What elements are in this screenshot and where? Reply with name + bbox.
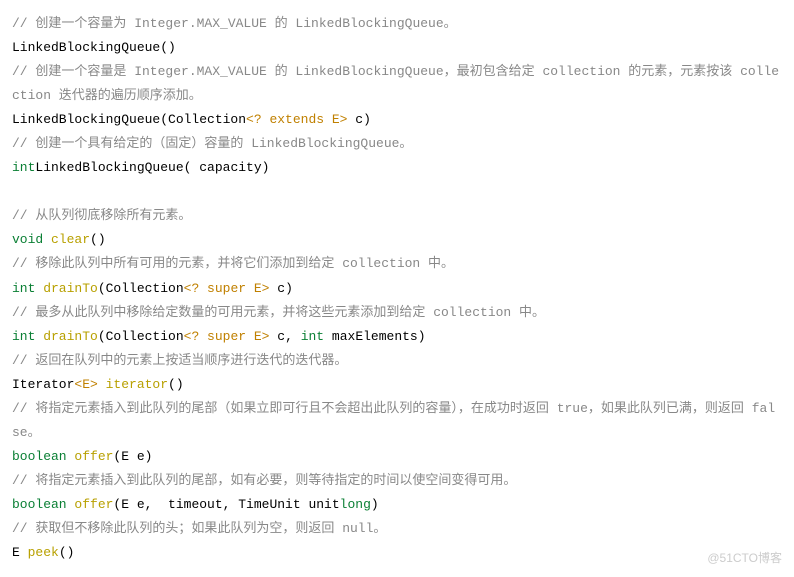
watermark: @51CTO博客: [707, 547, 782, 569]
signature-text: (E e: [113, 449, 144, 464]
code-line: // 从队列彻底移除所有元素。: [12, 204, 782, 228]
keyword: boolean: [12, 449, 67, 464]
signature-text: ): [67, 545, 75, 560]
comment-text: // 返回在队列中的元素上按适当顺序进行迭代的迭代器。: [12, 353, 347, 368]
code-line: // 创建一个具有给定的（固定）容量的 LinkedBlockingQueue。: [12, 132, 782, 156]
args-text: maxElements: [324, 329, 418, 344]
comment-text: // 最多从此队列中移除给定数量的可用元素，并将这些元素添加到给定 collec…: [12, 305, 545, 320]
signature-text: LinkedBlockingQueue(Collection: [12, 112, 246, 127]
method-name: drainTo: [35, 329, 97, 344]
signature-text: ): [371, 497, 379, 512]
keyword: long: [340, 497, 371, 512]
code-block: // 创建一个容量为 Integer.MAX_VALUE 的 LinkedBlo…: [12, 12, 782, 565]
signature-text: (: [90, 232, 98, 247]
args-text: capacity: [191, 160, 261, 175]
comment-text: // 创建一个具有给定的（固定）容量的 LinkedBlockingQueue。: [12, 136, 412, 151]
args-text: timeout, TimeUnit unit: [160, 497, 339, 512]
code-line: boolean offer(E e, timeout, TimeUnit uni…: [12, 493, 782, 517]
keyword: int: [12, 160, 35, 175]
args-text: c,: [269, 329, 300, 344]
signature-text: (Collection: [98, 329, 184, 344]
method-name: drainTo: [35, 281, 97, 296]
code-line: // 最多从此队列中移除给定数量的可用元素，并将这些元素添加到给定 collec…: [12, 301, 782, 325]
type-text: Iterator: [12, 377, 74, 392]
comment-text: // 创建一个容量为 Integer.MAX_VALUE 的 LinkedBlo…: [12, 16, 457, 31]
code-line: void clear(): [12, 228, 782, 252]
signature-text: LinkedBlockingQueue(: [35, 160, 191, 175]
comment-text: // 将指定元素插入到此队列的尾部，如有必要，则等待指定的时间以使空间变得可用。: [12, 473, 516, 488]
comment-text: // 从队列彻底移除所有元素。: [12, 208, 191, 223]
method-name: offer: [67, 497, 114, 512]
code-line: boolean offer(E e): [12, 445, 782, 469]
signature-text: ): [168, 40, 176, 55]
method-name: peek: [20, 545, 59, 560]
signature-text: ): [285, 281, 293, 296]
signature-text: ): [262, 160, 270, 175]
generic-type: <? extends E>: [246, 112, 347, 127]
signature-text: ): [98, 232, 106, 247]
args-text: c: [269, 281, 285, 296]
code-line: int drainTo(Collection<? super E> c, int…: [12, 325, 782, 349]
code-line: // 返回在队列中的元素上按适当顺序进行迭代的迭代器。: [12, 349, 782, 373]
signature-text: ): [176, 377, 184, 392]
code-line: intLinkedBlockingQueue( capacity): [12, 156, 782, 180]
code-line: int drainTo(Collection<? super E> c): [12, 277, 782, 301]
method-name: offer: [67, 449, 114, 464]
code-line: // 移除此队列中所有可用的元素，并将它们添加到给定 collection 中。: [12, 252, 782, 276]
signature-text: ): [418, 329, 426, 344]
comment-text: // 创建一个容量是 Integer.MAX_VALUE 的 LinkedBlo…: [12, 64, 779, 103]
code-line: // 获取但不移除此队列的头；如果此队列为空，则返回 null。: [12, 517, 782, 541]
code-line: LinkedBlockingQueue(Collection<? extends…: [12, 108, 782, 132]
keyword: void: [12, 232, 43, 247]
code-line: [12, 180, 782, 204]
generic-type: <? super E>: [184, 329, 270, 344]
comment-text: // 将指定元素插入到此队列的尾部（如果立即可行且不会超出此队列的容量），在成功…: [12, 401, 775, 440]
signature-text: LinkedBlockingQueue(: [12, 40, 168, 55]
signature-text: (E e,: [113, 497, 160, 512]
comment-text: // 移除此队列中所有可用的元素，并将它们添加到给定 collection 中。: [12, 256, 454, 271]
method-name: iterator: [98, 377, 168, 392]
code-line: // 将指定元素插入到此队列的尾部（如果立即可行且不会超出此队列的容量），在成功…: [12, 397, 782, 445]
keyword: boolean: [12, 497, 67, 512]
signature-text: ): [145, 449, 153, 464]
keyword: int: [12, 329, 35, 344]
type-text: E: [12, 545, 20, 560]
generic-type: <E>: [74, 377, 97, 392]
code-line: LinkedBlockingQueue(): [12, 36, 782, 60]
keyword: int: [301, 329, 324, 344]
code-line: E peek(): [12, 541, 782, 565]
signature-text: (Collection: [98, 281, 184, 296]
code-line: // 创建一个容量为 Integer.MAX_VALUE 的 LinkedBlo…: [12, 12, 782, 36]
generic-type: <? super E>: [184, 281, 270, 296]
signature-text: (: [59, 545, 67, 560]
signature-text: ): [363, 112, 371, 127]
code-line: Iterator<E> iterator(): [12, 373, 782, 397]
method-name: clear: [43, 232, 90, 247]
keyword: int: [12, 281, 35, 296]
signature-text: (: [168, 377, 176, 392]
code-line: // 创建一个容量是 Integer.MAX_VALUE 的 LinkedBlo…: [12, 60, 782, 108]
code-line: // 将指定元素插入到此队列的尾部，如有必要，则等待指定的时间以使空间变得可用。: [12, 469, 782, 493]
args-text: c: [347, 112, 363, 127]
